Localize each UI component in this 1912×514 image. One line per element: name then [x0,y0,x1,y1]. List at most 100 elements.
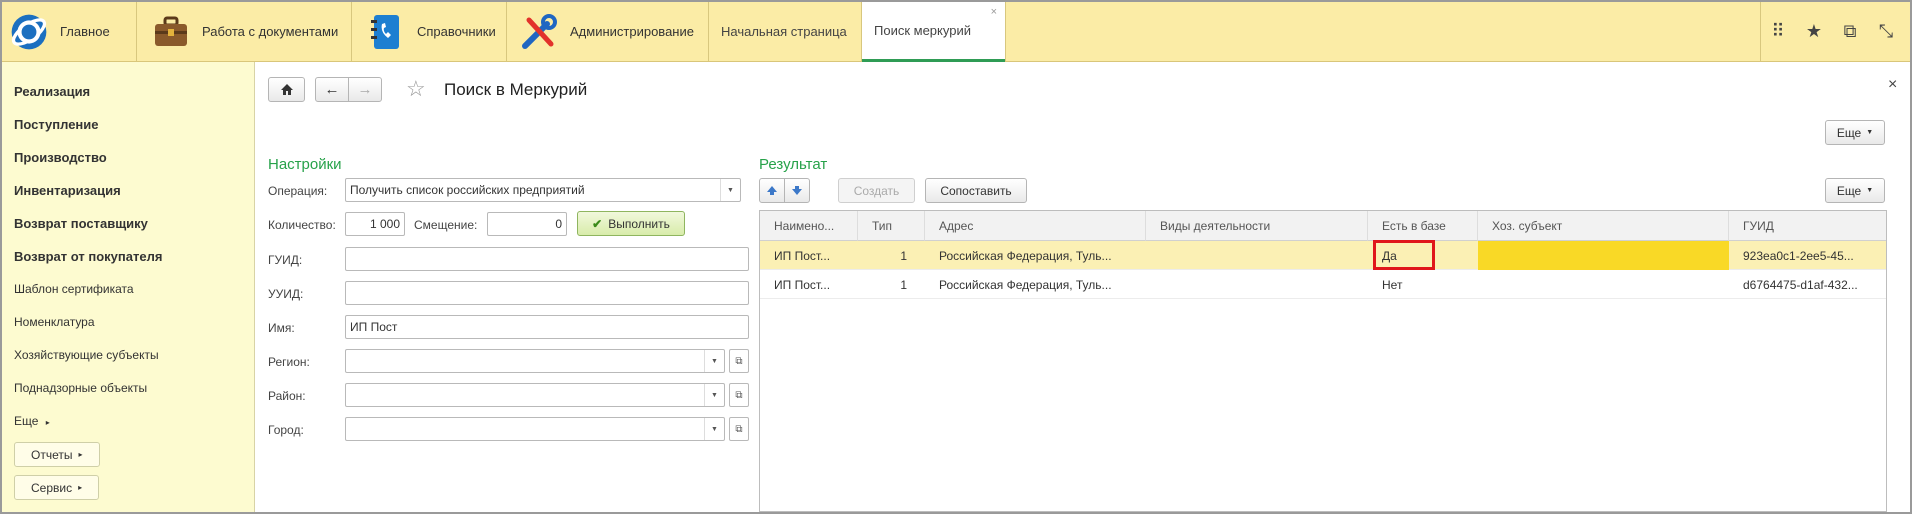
tab-home-page[interactable]: Начальная страница [709,2,861,61]
history-icon[interactable]: ⧉ [1832,2,1868,61]
city-select[interactable]: ▼ [345,417,725,441]
uuid-field[interactable] [345,281,749,305]
favorite-star-icon[interactable]: ☆ [406,76,426,102]
column-header-guid[interactable]: ГУИД [1729,211,1886,241]
resize-icon[interactable]: ⤡ [1868,2,1904,61]
execute-button[interactable]: ✔ Выполнить [577,211,685,236]
column-header-address[interactable]: Адрес [925,211,1146,241]
chevron-down-icon[interactable]: ▼ [704,384,724,406]
service-label: Сервис [31,480,73,495]
column-header-entity[interactable]: Хоз. субъект [1478,211,1729,241]
section-label: Администрирование [570,24,694,39]
tab-label: Начальная страница [721,24,847,39]
section-documents[interactable]: Работа с документами [152,2,338,61]
home-button[interactable] [268,77,305,102]
cell-name: ИП Пост... [774,248,831,263]
region-label: Регион: [268,355,310,369]
table-row[interactable]: ИП Пост... 1 Российская Федерация, Туль.… [760,240,1886,270]
tab-mercury-search[interactable]: Поиск меркурий × [862,2,1005,62]
cell-address: Российская Федерация, Туль... [939,277,1112,292]
more-button[interactable]: Еще ▼ [1825,120,1885,145]
region-select[interactable]: ▼ [345,349,725,373]
column-header-type[interactable]: Тип [858,211,925,241]
district-select[interactable]: ▼ [345,383,725,407]
column-header-name[interactable]: Наимено... [760,211,858,241]
arrow-left-icon: ← [324,81,340,98]
quantity-field[interactable]: 1 000 [345,212,405,236]
column-header-activity[interactable]: Виды деятельности [1146,211,1368,241]
reports-button[interactable]: Отчеты ▸ [14,442,100,467]
section-main[interactable]: Главное [10,2,110,61]
sidebar-item-sales[interactable]: Реализация [14,84,90,99]
sidebar-item-receipts[interactable]: Поступление [14,117,99,132]
cell-entity [1478,270,1729,299]
chevron-down-icon[interactable]: ▼ [704,350,724,372]
sidebar-item-supervised-objects[interactable]: Поднадзорные объекты [14,381,147,395]
move-up-button[interactable] [759,178,785,203]
more-label: Еще [1836,183,1862,198]
table-row[interactable]: ИП Пост... 1 Российская Федерация, Туль.… [760,270,1886,299]
name-field[interactable]: ИП Пост [345,315,749,339]
sidebar-item-inventory[interactable]: Инвентаризация [14,183,121,198]
cell-activity [1146,270,1368,299]
chevron-down-icon[interactable]: ▼ [720,179,740,201]
cell-guid: 923ea0c1-2ee5-45... [1743,248,1854,263]
operation-select[interactable]: Получить список российских предприятий ▼ [345,178,741,202]
open-city-icon[interactable]: ⧉ [729,417,749,441]
service-button[interactable]: Сервис ▸ [14,475,100,500]
sidebar-item-production[interactable]: Производство [14,150,107,165]
top-bar: Главное Работа с документами Справочники… [2,2,1910,62]
chevron-down-icon: ▼ [1866,187,1874,194]
cell-entity[interactable] [1478,241,1729,270]
divider [351,2,352,61]
section-references[interactable]: Справочники [367,2,496,61]
execute-label: Выполнить [608,216,670,231]
forward-button[interactable]: → [348,77,382,102]
close-icon[interactable]: × [1888,76,1897,94]
offset-value: 0 [555,217,562,231]
arrow-up-icon [767,186,777,195]
section-administration[interactable]: Администрирование [520,2,694,61]
sidebar: Реализация Поступление Производство Инве… [2,62,255,512]
grid-more-button[interactable]: Еще ▼ [1825,178,1885,203]
home-icon [280,84,293,95]
chevron-down-icon[interactable]: ▼ [704,418,724,440]
cell-type: 1 [900,248,907,263]
main-form: ← → ☆ Поиск в Меркурий × Еще ▼ Настройки… [256,62,1910,512]
tools-icon [520,13,558,51]
sidebar-item-return-supplier[interactable]: Возврат поставщику [14,216,148,231]
match-button[interactable]: Сопоставить [925,178,1027,203]
sidebar-more[interactable]: Еще ▸ [14,414,50,428]
sidebar-item-nomenclature[interactable]: Номенклатура [14,315,95,329]
section-label: Работа с документами [202,24,339,39]
offset-field[interactable]: 0 [487,212,567,236]
sidebar-more-label: Еще [14,414,39,428]
favorites-star-icon[interactable]: ★ [1796,2,1832,61]
guid-field[interactable] [345,247,749,271]
open-region-icon[interactable]: ⧉ [729,349,749,373]
column-header-in-base[interactable]: Есть в базе [1368,211,1478,241]
move-down-button[interactable] [784,178,810,203]
sidebar-item-business-entities[interactable]: Хозяйствующие субъекты [14,348,159,362]
cell-name: ИП Пост... [774,277,831,292]
apps-grid-icon[interactable]: ⠿ [1760,2,1796,61]
divider [136,2,137,61]
more-label: Еще [1836,125,1862,140]
create-button[interactable]: Создать [838,178,915,203]
chevron-down-icon: ▼ [1866,129,1874,136]
sidebar-item-certificate-template[interactable]: Шаблон сертификата [14,282,134,296]
guid-label: ГУИД: [268,253,303,267]
tab-close-icon[interactable]: × [991,6,997,18]
tab-label: Поиск меркурий [874,23,971,38]
arrow-down-icon [792,186,802,195]
open-district-icon[interactable]: ⧉ [729,383,749,407]
cell-activity [1146,241,1368,270]
city-label: Город: [268,423,304,437]
sidebar-item-return-customer[interactable]: Возврат от покупателя [14,249,162,264]
cell-type: 1 [900,277,907,292]
phonebook-icon [367,13,405,51]
back-button[interactable]: ← [315,77,349,102]
divider [506,2,507,61]
operation-label: Операция: [268,184,328,198]
highlight-box [1373,240,1435,270]
